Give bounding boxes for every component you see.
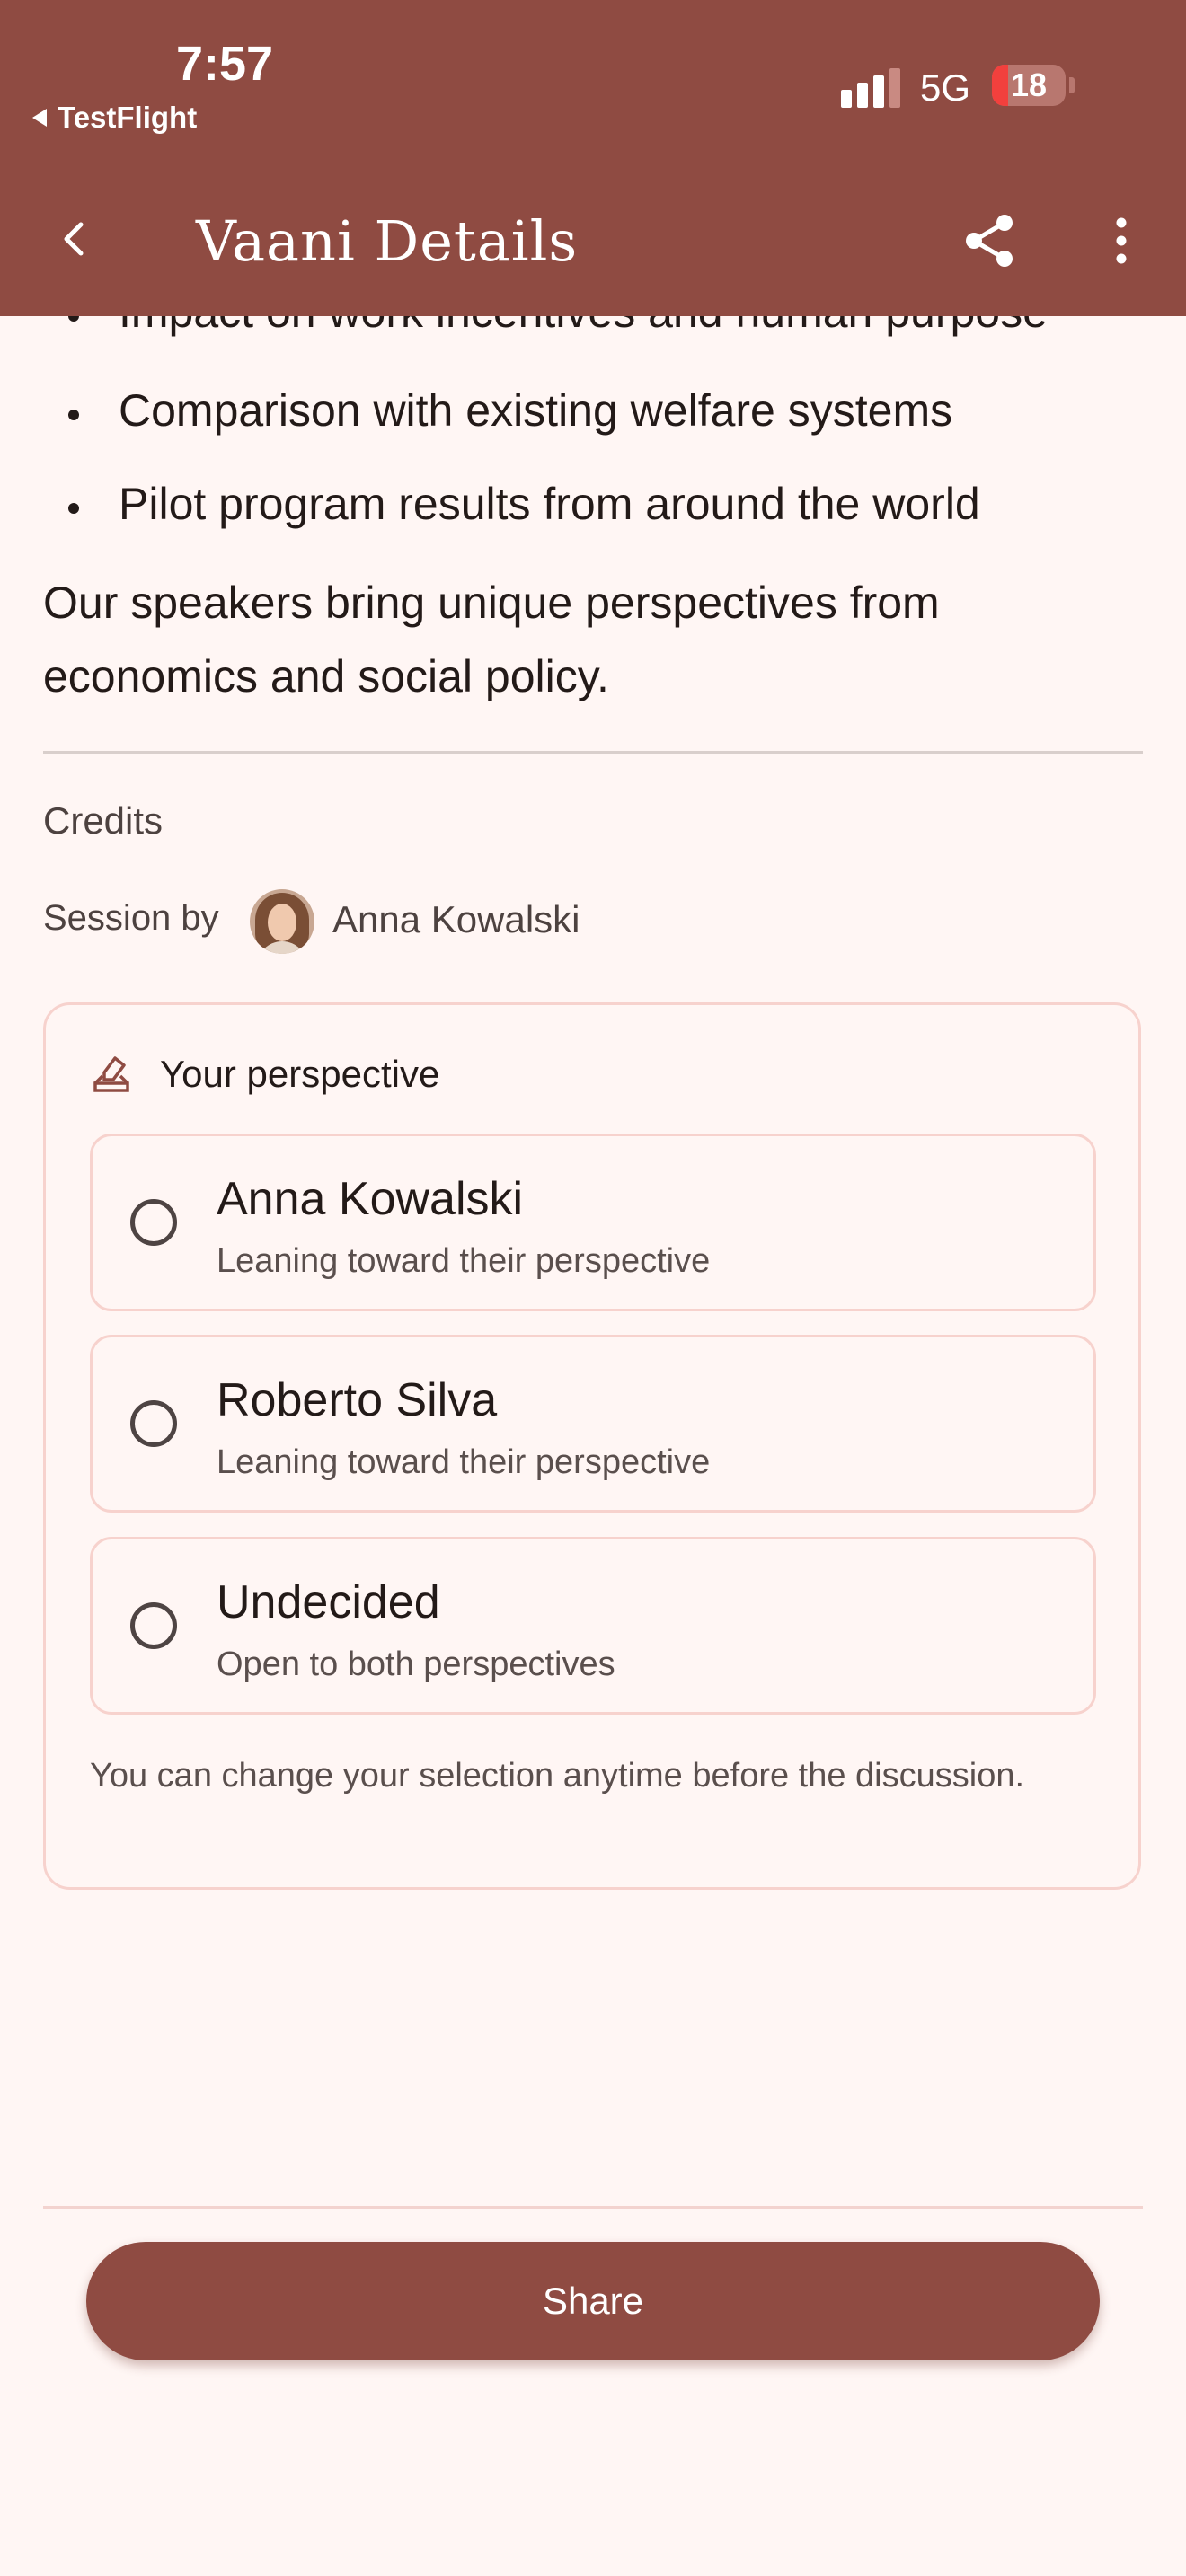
section-divider: [43, 751, 1143, 754]
footer-divider: [43, 2206, 1143, 2209]
credits-heading: Credits: [43, 799, 164, 842]
description-paragraph: Our speakers bring unique perspectives f…: [43, 578, 940, 701]
battery-nub: [1069, 77, 1075, 93]
back-triangle-icon: [32, 109, 47, 127]
option-subtitle: Leaning toward their perspective: [217, 1443, 711, 1481]
share-icon[interactable]: [961, 212, 1019, 269]
selection-note: You can change your selection anytime be…: [90, 1757, 1025, 1795]
perspective-option-undecided[interactable]: Undecided Open to both perspectives: [90, 1537, 1096, 1715]
option-subtitle: Open to both perspectives: [217, 1645, 615, 1683]
perspective-title: Your perspective: [160, 1053, 440, 1095]
option-name: Anna Kowalski: [217, 1173, 524, 1225]
chevron-left-icon[interactable]: [54, 212, 93, 266]
back-app-label: TestFlight: [58, 101, 198, 134]
option-subtitle: Leaning toward their perspective: [217, 1242, 711, 1280]
battery-level: 18: [1010, 66, 1048, 103]
speaker-name[interactable]: Anna Kowalski: [332, 898, 580, 941]
more-vertical-icon[interactable]: [1105, 212, 1137, 269]
network-type: 5G: [920, 66, 971, 109]
signal-icon: [841, 68, 900, 108]
back-to-app-link[interactable]: TestFlight: [32, 101, 197, 135]
option-name: Undecided: [217, 1576, 440, 1628]
bullet-item: Pilot program results from around the wo…: [68, 479, 980, 529]
bullet-item: Comparison with existing welfare systems: [67, 385, 953, 436]
vote-icon: [92, 1053, 131, 1094]
radio-button[interactable]: [130, 1400, 177, 1447]
radio-button[interactable]: [130, 1602, 177, 1649]
perspective-option-roberto[interactable]: Roberto Silva Leaning toward their persp…: [90, 1335, 1096, 1513]
option-name: Roberto Silva: [217, 1374, 498, 1426]
status-time: 7:57: [176, 37, 274, 91]
share-button[interactable]: Share: [86, 2242, 1100, 2360]
session-by-label: Session by: [43, 898, 219, 938]
page-title: Vaani Details: [196, 208, 579, 274]
perspective-option-anna[interactable]: Anna Kowalski Leaning toward their persp…: [90, 1134, 1096, 1311]
speaker-avatar[interactable]: [250, 889, 314, 954]
battery-icon: 18: [992, 65, 1066, 106]
app-header: 7:57 TestFlight 5G 18 Vaani Details: [0, 0, 1186, 316]
radio-button[interactable]: [130, 1199, 177, 1246]
